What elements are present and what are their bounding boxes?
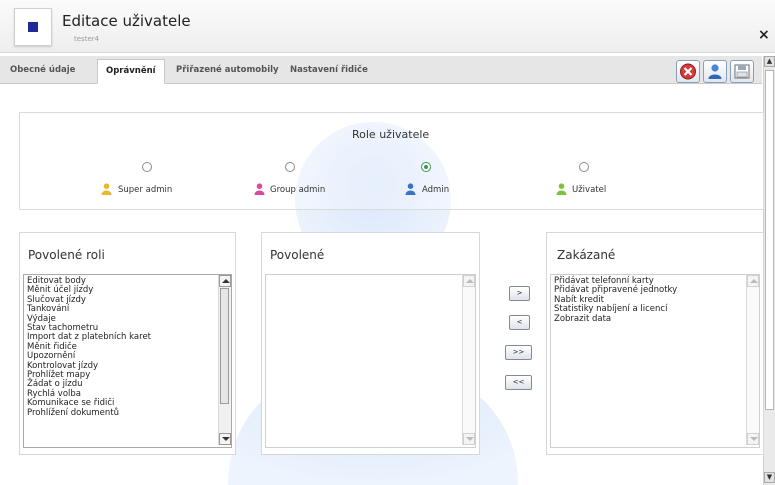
- allowed-roles-panel: Povolené roli Editovat body Měnit účel j…: [19, 232, 236, 455]
- dialog-header: Editace uživatele tester4 ×: [0, 0, 775, 53]
- roles-heading: Role uživatele: [352, 128, 430, 141]
- chevron-down-icon: [750, 437, 758, 441]
- scroll-thumb[interactable]: [765, 70, 774, 410]
- cancel-icon: [680, 63, 696, 80]
- chevron-up-icon: [466, 279, 474, 283]
- role-label-user: Uživatel: [572, 185, 607, 195]
- move-left-button[interactable]: <: [509, 315, 530, 330]
- role-label-admin: Admin: [422, 185, 450, 195]
- tab-bar: Obecné údaje Oprávnění Přiřazené automob…: [0, 56, 762, 84]
- list-item[interactable]: Zobrazit data: [554, 314, 740, 324]
- move-all-left-button[interactable]: <<: [505, 375, 532, 390]
- allowed-roles-heading: Povolené roli: [28, 248, 105, 262]
- allowed-panel: Povolené: [261, 232, 480, 455]
- allowed-roles-list[interactable]: Editovat body Měnit účel jízdy Slučovat …: [23, 274, 232, 448]
- tab-general[interactable]: Obecné údaje: [2, 59, 83, 82]
- user-icon: [708, 64, 722, 79]
- role-radio-super-admin[interactable]: [142, 162, 152, 172]
- user-role-icon: [556, 183, 567, 195]
- allowed-roles-scrollbar[interactable]: [218, 275, 231, 445]
- scroll-thumb[interactable]: [220, 288, 229, 404]
- scroll-down-button[interactable]: [463, 433, 475, 445]
- user-button[interactable]: [703, 60, 727, 83]
- scroll-up-icon[interactable]: ▲: [764, 56, 775, 67]
- role-label-group-admin: Group admin: [270, 185, 326, 195]
- close-icon[interactable]: ×: [758, 27, 770, 43]
- chevron-up-icon: [222, 279, 230, 283]
- scroll-down-button[interactable]: [747, 433, 759, 445]
- forbidden-list[interactable]: Přidávat telefonní karty Přidávat připra…: [550, 274, 760, 448]
- save-button[interactable]: [730, 60, 754, 83]
- scroll-down-button[interactable]: [219, 433, 231, 445]
- tab-permissions[interactable]: Oprávnění: [97, 59, 165, 84]
- allowed-list[interactable]: [265, 274, 476, 448]
- chevron-down-icon: [466, 437, 474, 441]
- tab-assigned-cars[interactable]: Přiřazené automobily: [168, 59, 287, 82]
- move-right-button[interactable]: >: [509, 286, 530, 301]
- chevron-down-icon: [222, 437, 230, 441]
- dialog-scrollbar[interactable]: ▲ ▼: [763, 56, 775, 485]
- dialog-title: Editace uživatele: [62, 12, 191, 30]
- dialog-subtitle: tester4: [74, 35, 100, 43]
- app-logo-icon: [14, 8, 52, 46]
- role-radio-group-admin[interactable]: [285, 162, 295, 172]
- scroll-up-button[interactable]: [463, 275, 475, 287]
- move-all-right-button[interactable]: >>: [505, 345, 532, 360]
- scroll-down-icon[interactable]: ▼: [764, 472, 775, 483]
- group-admin-user-icon: [254, 183, 265, 195]
- scroll-up-button[interactable]: [747, 275, 759, 287]
- chevron-up-icon: [750, 279, 758, 283]
- tab-driver-settings[interactable]: Nastavení řidiče: [282, 59, 376, 82]
- role-radio-user[interactable]: [579, 162, 589, 172]
- forbidden-heading: Zakázané: [557, 248, 616, 262]
- cancel-button[interactable]: [676, 60, 700, 83]
- forbidden-scrollbar[interactable]: [746, 275, 759, 445]
- role-selection-box: [19, 112, 764, 210]
- save-icon: [734, 64, 750, 79]
- role-label-super-admin: Super admin: [118, 185, 173, 195]
- allowed-scrollbar[interactable]: [462, 275, 475, 445]
- super-admin-user-icon: [101, 183, 112, 195]
- allowed-roles-items: Editovat body Měnit účel jízdy Slučovat …: [27, 276, 213, 418]
- list-item[interactable]: Prohlížení dokumentů: [27, 408, 213, 418]
- admin-user-icon: [405, 183, 416, 195]
- forbidden-items: Přidávat telefonní karty Přidávat připra…: [554, 276, 740, 324]
- role-radio-admin[interactable]: [421, 162, 431, 172]
- scroll-up-button[interactable]: [219, 275, 231, 287]
- allowed-heading: Povolené: [270, 248, 325, 262]
- forbidden-panel: Zakázané Přidávat telefonní karty Přidáv…: [546, 232, 764, 455]
